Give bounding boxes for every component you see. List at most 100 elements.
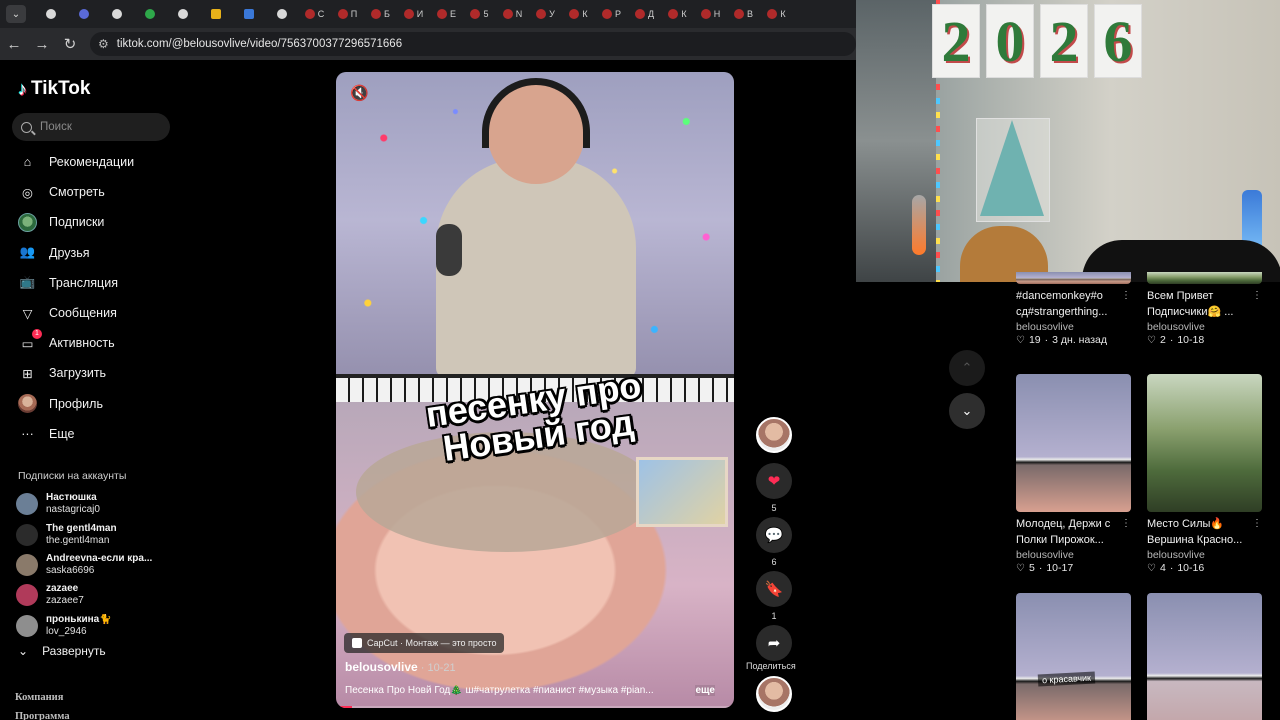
sidebar-item[interactable]: 📺 Трансляция	[0, 268, 190, 298]
capcut-tag[interactable]: CapCut · Монтаж — это просто	[344, 633, 505, 653]
more-options-icon[interactable]: ⋮	[1252, 288, 1262, 304]
sidebar-item[interactable]: Профиль	[0, 389, 190, 419]
video-author[interactable]: belousovlive · 10-21	[345, 660, 456, 674]
share-button[interactable]: ➦	[756, 625, 792, 661]
separator-dot: ·	[1038, 562, 1043, 574]
next-creator-avatar[interactable]	[756, 676, 792, 712]
browser-tab[interactable]	[67, 3, 100, 25]
save-button[interactable]: 🔖	[756, 571, 792, 607]
browser-tab[interactable]: Е	[430, 3, 463, 25]
browser-tab[interactable]: Р	[595, 3, 628, 25]
video-card-author: belousovlive	[1147, 549, 1205, 561]
like-button[interactable]: ❤	[756, 463, 792, 499]
sidebar-item[interactable]: ··· Еще	[0, 419, 190, 449]
video-thumbnail[interactable]	[1147, 272, 1262, 284]
video-thumbnail[interactable]	[1016, 272, 1131, 284]
url-field[interactable]: ⚙ tiktok.com/@belousovlive/video/7563700…	[90, 32, 856, 56]
video-card-title: Всем Привет ⋮	[1147, 288, 1262, 304]
video-thumbnail[interactable]: о красавчик	[1016, 593, 1131, 720]
bookmark-icon: 🔖	[764, 581, 784, 598]
footer-link-company[interactable]: Компания	[15, 688, 70, 707]
browser-tab[interactable]: 5	[463, 3, 496, 25]
browser-tab[interactable]: С	[298, 3, 331, 25]
footer-links: Компания Программа	[15, 688, 70, 720]
next-video-button[interactable]: ⌄	[949, 393, 985, 429]
browser-tab[interactable]: К	[760, 3, 793, 25]
tiktok-sidebar: ♪ TikTok ⌂ Рекомендации ◎ Смотреть Подписки 👥…	[0, 60, 190, 720]
browser-tab[interactable]	[166, 3, 199, 25]
browser-tab[interactable]	[232, 3, 265, 25]
following-account[interactable]: The gentl4man the.gentl4man	[16, 519, 186, 549]
site-settings-icon[interactable]: ⚙	[98, 37, 109, 51]
upload-icon: ⊞	[22, 366, 33, 381]
tab-favicon-icon	[45, 9, 56, 19]
sidebar-item[interactable]: ◎ Смотреть	[0, 177, 190, 207]
comment-button[interactable]: 💬	[756, 517, 792, 553]
browser-tab[interactable]: В	[727, 3, 760, 25]
live-tv-icon: 📺	[19, 275, 36, 290]
following-account[interactable]: Настюшка nastagricaj0	[16, 489, 186, 519]
video-progress-bar[interactable]	[336, 706, 734, 708]
browser-tab[interactable]: К	[661, 3, 694, 25]
footer-link-program[interactable]: Программа	[15, 707, 70, 720]
video-thumbnail[interactable]	[1016, 374, 1131, 512]
video-card[interactable]: Молодец, Держи с ⋮ Полки Пирожок... belouso…	[1016, 374, 1131, 574]
more-options-icon[interactable]: ⋮	[1121, 288, 1131, 304]
account-name: zazaee	[46, 583, 79, 595]
video-card[interactable]: #dancemonkey#o ⋮ сд#strangerthing... belous…	[1016, 272, 1131, 346]
sidebar-item[interactable]: ⊞ Загрузить	[0, 358, 190, 388]
following-account[interactable]: Andreevna-если кра... saska6696	[16, 550, 186, 580]
forward-arrow-icon[interactable]: →	[28, 30, 56, 58]
tab-search-dropdown[interactable]: ⌄	[6, 5, 26, 23]
browser-tab[interactable]	[100, 3, 133, 25]
tab-title: К	[582, 9, 588, 19]
tab-favicon-icon	[634, 9, 645, 19]
video-thumbnail[interactable]	[1147, 374, 1262, 512]
reload-icon[interactable]: ↻	[56, 30, 84, 58]
video-card[interactable]	[1147, 593, 1262, 720]
browser-tab[interactable]: К	[562, 3, 595, 25]
browser-tab[interactable]: Д	[628, 3, 661, 25]
browser-tab[interactable]	[133, 3, 166, 25]
account-name: пронькина🐈	[46, 613, 112, 625]
video-person	[436, 158, 636, 378]
sidebar-item[interactable]: ⌂ Рекомендации	[0, 147, 190, 177]
browser-tab[interactable]	[34, 3, 67, 25]
mute-icon[interactable]: 🔇	[350, 84, 369, 102]
tab-favicon-icon	[569, 9, 580, 19]
creator-avatar[interactable]	[756, 417, 792, 453]
description-more-link[interactable]: еще	[695, 685, 715, 696]
more-options-icon[interactable]: ⋮	[1121, 516, 1131, 532]
video-thumbnail[interactable]	[1147, 593, 1262, 720]
video-player[interactable]: песенку про Новый год 🔇 CapCut · Монтаж …	[336, 72, 734, 708]
sidebar-item[interactable]: ▽ Сообщения	[0, 298, 190, 328]
sidebar-item[interactable]: 👥 Друзья	[0, 238, 190, 268]
browser-tab[interactable]: Б	[364, 3, 397, 25]
previous-video-button[interactable]: ⌃	[949, 350, 985, 386]
browser-tab[interactable]: П	[331, 3, 364, 25]
video-action-rail: ❤ 5 💬 6 🔖 1 ➦	[754, 417, 794, 661]
expand-button[interactable]: ⌄ Развернуть	[18, 644, 106, 658]
sidebar-item[interactable]: Подписки	[0, 207, 190, 237]
search-input[interactable]	[40, 121, 150, 133]
video-card[interactable]: Место Силы🔥 ⋮ Вершина Красно... belousovliv…	[1147, 374, 1262, 574]
browser-tab[interactable]: У	[529, 3, 562, 25]
back-arrow-icon[interactable]: ←	[0, 30, 28, 58]
following-account[interactable]: пронькина🐈 lov_2946	[16, 611, 186, 641]
browser-tab[interactable]	[199, 3, 232, 25]
video-card-date: 10-17	[1046, 562, 1074, 574]
tiktok-logo[interactable]: ♪ TikTok	[18, 78, 90, 100]
browser-tab[interactable]	[265, 3, 298, 25]
heart-outline-icon: ♡	[1016, 562, 1025, 574]
tab-favicon-icon	[111, 9, 122, 19]
search-box[interactable]	[12, 113, 170, 141]
browser-tab[interactable]: Н	[694, 3, 727, 25]
sidebar-item[interactable]: ▭ 1 Активность	[0, 328, 190, 358]
christmas-tree-shape	[980, 120, 1044, 216]
following-account[interactable]: zazaee zazaee7	[16, 580, 186, 610]
video-card[interactable]: о красавчик	[1016, 593, 1131, 720]
browser-tab[interactable]: N	[496, 3, 529, 25]
video-card[interactable]: Всем Привет ⋮ Подписчики🤗 ... belousovlive ♡…	[1147, 272, 1262, 346]
browser-tab[interactable]: И	[397, 3, 430, 25]
more-options-icon[interactable]: ⋮	[1252, 516, 1262, 532]
